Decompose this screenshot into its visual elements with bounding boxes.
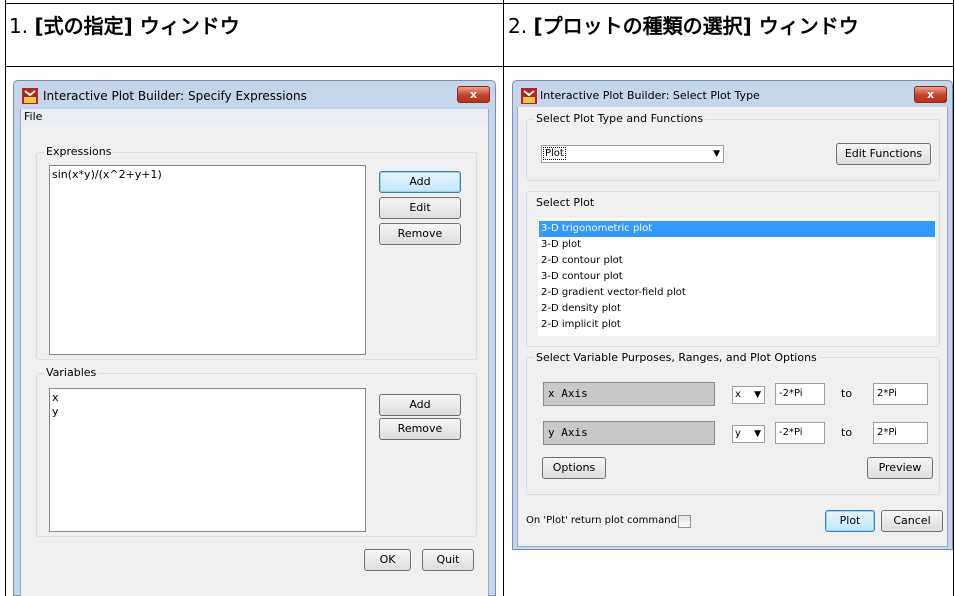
y-axis-label: y Axis bbox=[543, 421, 715, 445]
column-2-heading: 2. [プロットの種類の選択] ウィンドウ bbox=[508, 13, 859, 39]
cancel-button[interactable]: Cancel bbox=[881, 510, 943, 532]
variables-group: Variables x y Add Remove bbox=[36, 366, 477, 537]
window-2-close-button[interactable]: x bbox=[914, 86, 947, 103]
x-axis-label: x Axis bbox=[543, 382, 715, 406]
expressions-list[interactable]: sin(x*y)/(x^2+y+1) bbox=[49, 165, 366, 355]
plot-list-item[interactable]: 2-D contour plot bbox=[539, 253, 935, 269]
plot-list-item[interactable]: 2-D density plot bbox=[539, 301, 935, 317]
remove-variable-button[interactable]: Remove bbox=[379, 418, 461, 440]
add-variable-button[interactable]: Add bbox=[379, 394, 461, 416]
window-1-close-button[interactable]: x bbox=[457, 86, 490, 103]
column-2-number: 2. bbox=[508, 14, 528, 38]
variable-options-group-label: Select Variable Purposes, Ranges, and Pl… bbox=[534, 351, 819, 364]
variables-group-label: Variables bbox=[44, 366, 99, 379]
menu-file[interactable]: File bbox=[24, 110, 42, 123]
expressions-group: Expressions sin(x*y)/(x^2+y+1) Add Edit … bbox=[36, 145, 477, 360]
table-border-left bbox=[5, 0, 6, 596]
select-plot-group: Select Plot 3-D trigonometric plot 3-D p… bbox=[526, 191, 940, 347]
options-button[interactable]: Options bbox=[542, 457, 606, 479]
plot-list-item[interactable]: 3-D contour plot bbox=[539, 269, 935, 285]
plot-list-item[interactable]: 3-D trigonometric plot bbox=[539, 221, 935, 237]
expressions-group-label: Expressions bbox=[44, 145, 114, 158]
variable-item-x[interactable]: x bbox=[52, 391, 59, 404]
table-header-divider bbox=[5, 66, 954, 67]
y-range-to-label: to bbox=[841, 426, 853, 439]
specify-expressions-window: Interactive Plot Builder: Specify Expres… bbox=[13, 80, 496, 596]
x-variable-value: x bbox=[735, 389, 741, 400]
chevron-down-icon: ▼ bbox=[713, 149, 720, 159]
window-1-title: Interactive Plot Builder: Specify Expres… bbox=[43, 89, 307, 103]
return-command-checkbox[interactable] bbox=[678, 515, 691, 528]
plot-type-group: Select Plot Type and Functions Plot ▼ Ed… bbox=[526, 112, 940, 181]
maple-app-icon bbox=[22, 88, 38, 104]
column-1-title: [式の指定] ウィンドウ bbox=[34, 14, 240, 38]
window-1-menubar: File bbox=[21, 109, 488, 125]
remove-expression-button[interactable]: Remove bbox=[379, 223, 461, 245]
plot-list-item[interactable]: 2-D implicit plot bbox=[539, 317, 935, 333]
select-plot-group-label: Select Plot bbox=[534, 196, 597, 209]
table-border-middle bbox=[503, 0, 504, 596]
column-1-number: 1. bbox=[9, 14, 29, 38]
select-plot-type-window: Interactive Plot Builder: Select Plot Ty… bbox=[512, 80, 953, 550]
variable-options-group: Select Variable Purposes, Ranges, and Pl… bbox=[526, 351, 940, 495]
expression-item[interactable]: sin(x*y)/(x^2+y+1) bbox=[52, 168, 162, 181]
y-range-from-input[interactable]: -2*Pi bbox=[775, 422, 825, 444]
window-1-client: File Expressions sin(x*y)/(x^2+y+1) Add … bbox=[20, 109, 489, 596]
plot-button[interactable]: Plot bbox=[825, 510, 875, 532]
add-expression-button[interactable]: Add bbox=[379, 171, 461, 193]
column-2-title: [プロットの種類の選択] ウィンドウ bbox=[533, 14, 859, 38]
window-1-titlebar[interactable]: Interactive Plot Builder: Specify Expres… bbox=[14, 81, 495, 109]
plot-type-group-label: Select Plot Type and Functions bbox=[534, 112, 706, 125]
column-1-heading: 1. [式の指定] ウィンドウ bbox=[9, 13, 240, 39]
variable-item-y[interactable]: y bbox=[52, 405, 59, 418]
table-border-top bbox=[5, 3, 954, 4]
chevron-down-icon: ▼ bbox=[754, 429, 761, 439]
x-variable-select[interactable]: x ▼ bbox=[732, 386, 765, 404]
window-2-client: Select Plot Type and Functions Plot ▼ Ed… bbox=[517, 107, 948, 547]
y-variable-value: y bbox=[735, 428, 741, 439]
return-command-label: On 'Plot' return plot command bbox=[526, 515, 677, 526]
window-2-titlebar[interactable]: Interactive Plot Builder: Select Plot Ty… bbox=[513, 81, 952, 109]
y-range-to-input[interactable]: 2*Pi bbox=[873, 422, 928, 444]
plot-list[interactable]: 3-D trigonometric plot 3-D plot 2-D cont… bbox=[538, 218, 936, 336]
edit-expression-button[interactable]: Edit bbox=[379, 197, 461, 219]
chevron-down-icon: ▼ bbox=[754, 390, 761, 400]
quit-button[interactable]: Quit bbox=[422, 549, 474, 571]
x-range-to-label: to bbox=[841, 387, 853, 400]
table-border-right bbox=[953, 0, 954, 596]
edit-functions-button[interactable]: Edit Functions bbox=[836, 143, 931, 165]
plot-type-combo[interactable]: Plot ▼ bbox=[541, 145, 724, 163]
x-range-to-input[interactable]: 2*Pi bbox=[873, 383, 928, 405]
window-2-title: Interactive Plot Builder: Select Plot Ty… bbox=[540, 89, 760, 102]
y-variable-select[interactable]: y ▼ bbox=[732, 425, 765, 443]
plot-type-combo-value: Plot bbox=[543, 147, 566, 160]
x-range-from-input[interactable]: -2*Pi bbox=[775, 383, 825, 405]
plot-list-item[interactable]: 2-D gradient vector-field plot bbox=[539, 285, 935, 301]
maple-app-icon bbox=[521, 88, 537, 104]
variables-list[interactable]: x y bbox=[49, 388, 366, 532]
preview-button[interactable]: Preview bbox=[867, 457, 933, 479]
ok-button[interactable]: OK bbox=[364, 549, 411, 571]
plot-list-item[interactable]: 3-D plot bbox=[539, 237, 935, 253]
